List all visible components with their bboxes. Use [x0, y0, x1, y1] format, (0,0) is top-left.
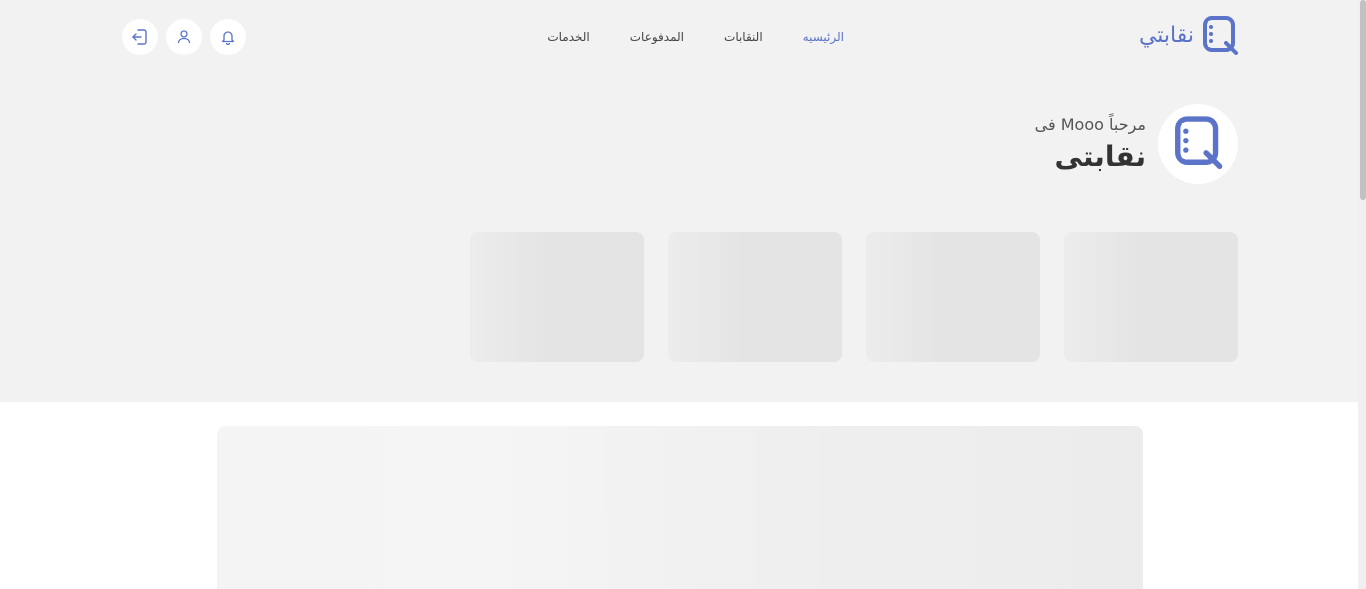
welcome-title: نقابتى [1054, 140, 1146, 173]
nav-item-syndicates[interactable]: النقابات [724, 30, 763, 44]
summary-cards [470, 232, 1238, 362]
q-logo-icon [1202, 15, 1238, 55]
notifications-button[interactable] [210, 19, 246, 55]
top-header: نقابتي الرئيسيه النقابات المدفوعات الخدم… [0, 0, 1358, 76]
welcome-banner: مرحباً Mooo فى نقابتى [1035, 104, 1238, 184]
profile-button[interactable] [166, 19, 202, 55]
q-logo-icon [1173, 115, 1223, 173]
skeleton-card [470, 232, 644, 362]
logout-icon [130, 27, 150, 47]
brand-name: نقابتي [1138, 22, 1194, 48]
skeleton-card [866, 232, 1040, 362]
logout-button[interactable] [122, 19, 158, 55]
welcome-logo [1158, 104, 1238, 184]
notification-bell-icon [220, 29, 236, 45]
nav-item-services[interactable]: الخدمات [547, 30, 589, 44]
welcome-greeting: مرحباً Mooo فى [1034, 115, 1146, 134]
nav-item-payments[interactable]: المدفوعات [630, 30, 684, 44]
nav-item-home[interactable]: الرئيسيه [803, 30, 844, 44]
page-scrollbar[interactable] [1358, 0, 1366, 589]
scrollbar-thumb[interactable] [1360, 0, 1366, 200]
skeleton-card [668, 232, 842, 362]
main-nav: الرئيسيه النقابات المدفوعات الخدمات [547, 30, 844, 44]
skeleton-card [1064, 232, 1238, 362]
brand-logo-link[interactable]: نقابتي [1139, 15, 1238, 55]
header-actions [122, 19, 246, 55]
user-icon [176, 29, 192, 45]
content-skeleton-panel [217, 426, 1143, 589]
